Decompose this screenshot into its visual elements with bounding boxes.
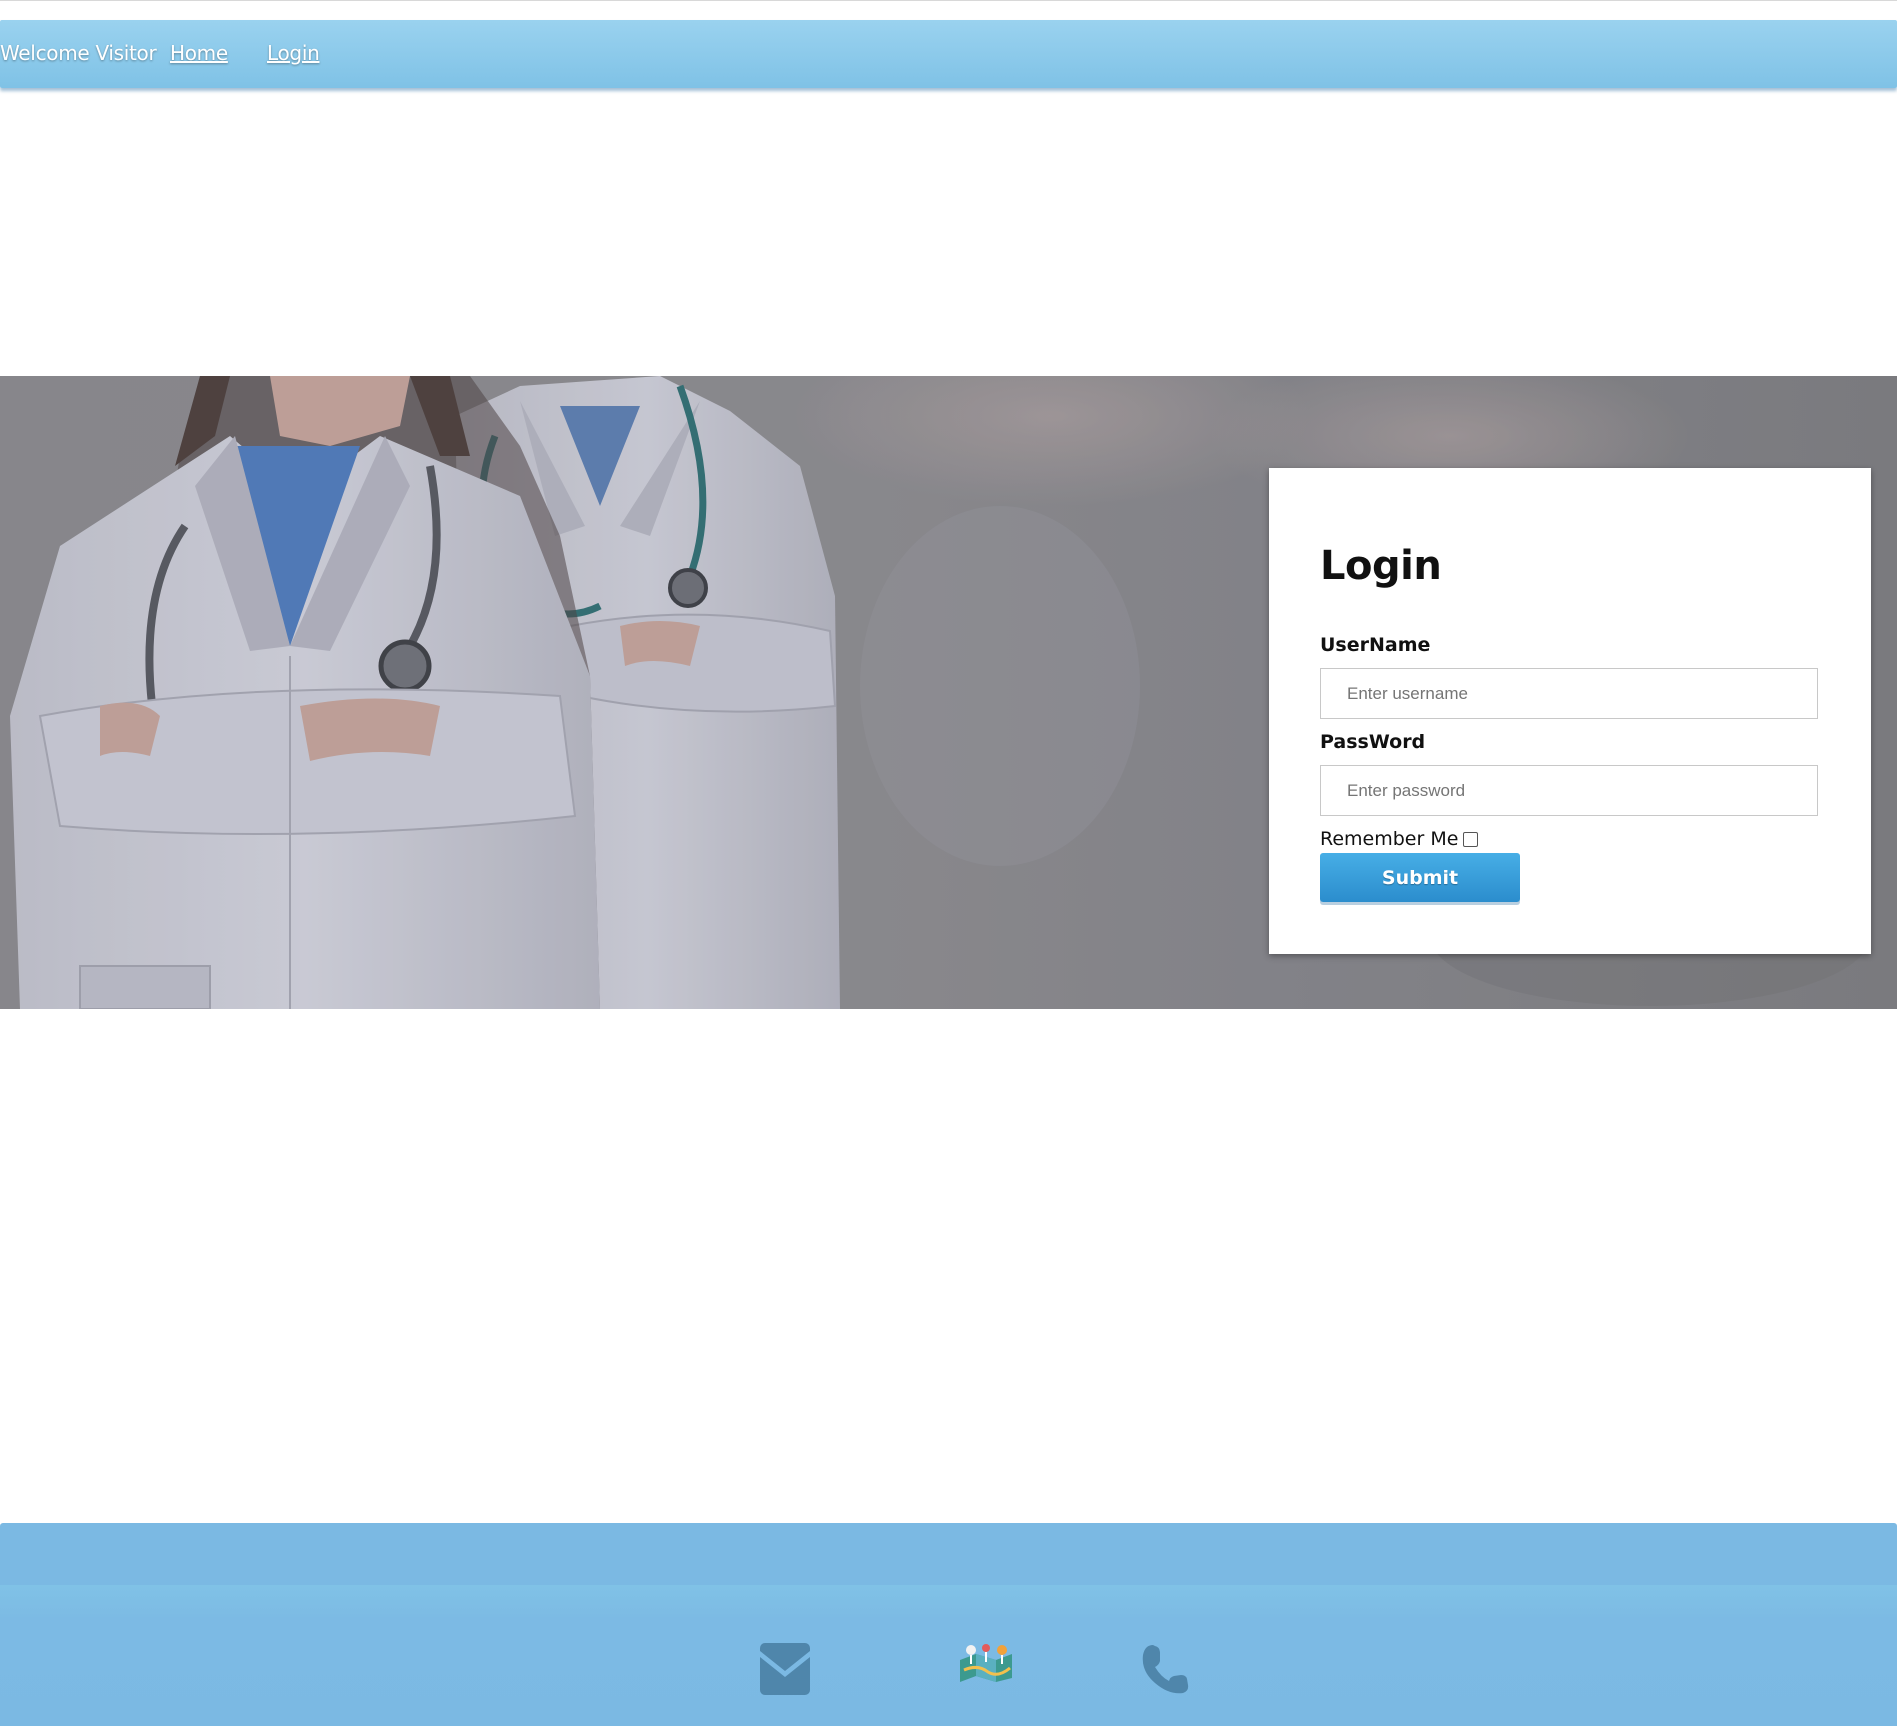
- envelope-icon[interactable]: [760, 1643, 810, 1699]
- top-border: [0, 0, 1897, 1]
- remember-me-label: Remember Me: [1320, 828, 1459, 850]
- username-input[interactable]: [1320, 668, 1818, 719]
- nav-login-link[interactable]: Login: [267, 20, 320, 88]
- footer-top-bar: [0, 1523, 1897, 1585]
- username-label: UserName: [1320, 634, 1431, 656]
- welcome-text: Welcome Visitor: [0, 41, 157, 65]
- login-title: Login: [1320, 543, 1442, 589]
- nav-home-link[interactable]: Home: [170, 20, 228, 88]
- remember-me-checkbox[interactable]: [1463, 832, 1478, 847]
- login-card: Login UserName PassWord Remember Me Subm…: [1269, 468, 1871, 954]
- submit-button[interactable]: Submit: [1320, 853, 1520, 902]
- footer: [0, 1585, 1897, 1726]
- phone-icon[interactable]: [1141, 1643, 1189, 1699]
- password-input[interactable]: [1320, 765, 1818, 816]
- password-label: PassWord: [1320, 731, 1426, 753]
- map-icon[interactable]: [958, 1644, 1014, 1686]
- top-navbar: Welcome Visitor Home Login: [0, 20, 1897, 88]
